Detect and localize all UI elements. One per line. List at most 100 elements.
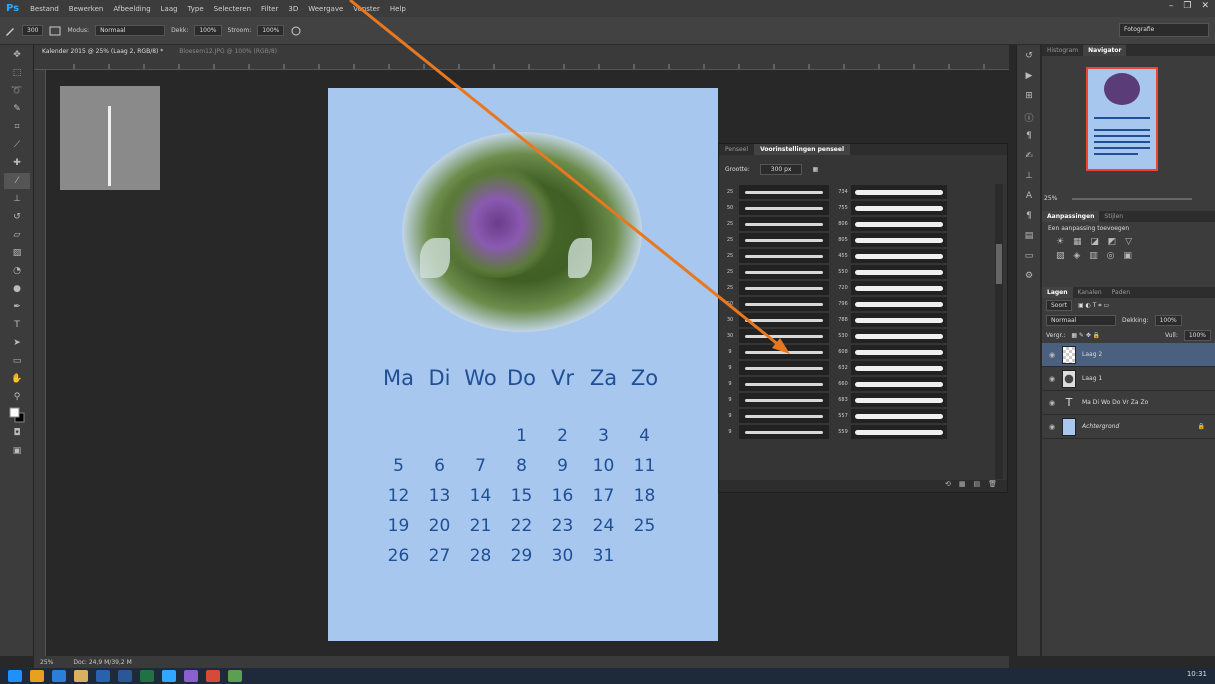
marquee-tool-icon[interactable]: ⬚ xyxy=(4,65,30,81)
brush-stroke-thumb[interactable] xyxy=(739,297,829,311)
dodge-tool-icon[interactable]: ● xyxy=(4,281,30,297)
minimize-button[interactable]: – xyxy=(1169,1,1174,11)
brush-stroke-thumb[interactable] xyxy=(739,233,829,247)
clone-source-icon[interactable]: ⊥ xyxy=(1020,171,1038,185)
vibrance-icon[interactable]: ▽ xyxy=(1125,237,1135,247)
menu-3d[interactable]: 3D xyxy=(283,5,303,13)
flow-field[interactable]: 100% xyxy=(257,25,285,36)
tab-kalender[interactable]: Kalender 2015 @ 25% (Laag 2, RGB/8) * xyxy=(34,45,171,58)
brush-tool-icon[interactable] xyxy=(4,25,16,37)
type-tool-icon[interactable]: T xyxy=(4,317,30,333)
notes-icon[interactable]: ▭ xyxy=(1020,251,1038,265)
brush-stroke-thumb[interactable] xyxy=(739,425,829,439)
eye-icon[interactable]: ◉ xyxy=(1048,375,1056,383)
paragraph-icon[interactable]: ¶ xyxy=(1020,131,1038,145)
brush-preset-row[interactable]: 25 806 xyxy=(721,216,961,232)
stamp-tool-icon[interactable]: ⊥ xyxy=(4,191,30,207)
info-icon[interactable]: ⓘ xyxy=(1020,111,1038,125)
tab-aanpassingen[interactable]: Aanpassingen xyxy=(1042,211,1100,222)
lock-icons[interactable]: ▦ ✎ ✥ 🔒 xyxy=(1071,332,1100,339)
close-button[interactable]: ✕ xyxy=(1201,1,1209,11)
brush-stroke-thumb[interactable] xyxy=(739,201,829,215)
brush-stroke-thumb[interactable] xyxy=(739,265,829,279)
screen-mode-icon[interactable]: ▣ xyxy=(4,443,30,459)
gradient-tool-icon[interactable]: ▨ xyxy=(4,245,30,261)
brush-preset-row[interactable]: 25 805 xyxy=(721,232,961,248)
airbrush-icon[interactable] xyxy=(290,25,302,37)
menu-afbeelding[interactable]: Afbeelding xyxy=(108,5,155,13)
menu-selecteren[interactable]: Selecteren xyxy=(209,5,256,13)
scrollbar-thumb[interactable] xyxy=(996,244,1002,284)
brush-stroke-thumb[interactable] xyxy=(851,329,947,343)
menu-type[interactable]: Type xyxy=(183,5,209,13)
brush-preset-row[interactable]: 9 608 xyxy=(721,344,961,360)
brush-stroke-thumb[interactable] xyxy=(739,345,829,359)
crop-tool-icon[interactable]: ⌗ xyxy=(4,119,30,135)
eye-icon[interactable]: ◉ xyxy=(1048,423,1056,431)
brush-stroke-thumb[interactable] xyxy=(851,409,947,423)
brush-size-value[interactable]: 300 px xyxy=(759,163,803,175)
brush-stroke-thumb[interactable] xyxy=(851,345,947,359)
channel-mixer-icon[interactable]: ▣ xyxy=(1123,251,1135,261)
path-select-tool-icon[interactable]: ➤ xyxy=(4,335,30,351)
brush-stroke-thumb[interactable] xyxy=(739,393,829,407)
brush-stroke-thumb[interactable] xyxy=(739,217,829,231)
brush-stroke-thumb[interactable] xyxy=(739,377,829,391)
menu-filter[interactable]: Filter xyxy=(256,5,283,13)
menu-weergave[interactable]: Weergave xyxy=(303,5,348,13)
brush-stroke-thumb[interactable] xyxy=(739,281,829,295)
brush-stroke-thumb[interactable] xyxy=(851,233,947,247)
create-preset-icon[interactable]: ▦ xyxy=(959,480,966,492)
brush-stroke-thumb[interactable] xyxy=(851,297,947,311)
brush-preset-row[interactable]: 30 530 xyxy=(721,328,961,344)
lasso-tool-icon[interactable]: ➰ xyxy=(4,83,30,99)
pen-tool-icon[interactable]: ✒ xyxy=(4,299,30,315)
brush-stroke-thumb[interactable] xyxy=(851,377,947,391)
premiere-icon[interactable] xyxy=(184,670,198,682)
brush-preset-row[interactable]: 9 660 xyxy=(721,376,961,392)
brush-preset-row[interactable]: 25 734 xyxy=(721,184,961,200)
brush-preset-row[interactable]: 30 788 xyxy=(721,312,961,328)
black-white-icon[interactable]: ▥ xyxy=(1089,251,1101,261)
tab-kanalen[interactable]: Kanalen xyxy=(1073,287,1107,298)
character-icon[interactable]: A xyxy=(1020,191,1038,205)
hue-saturation-icon[interactable]: ▧ xyxy=(1056,251,1068,261)
brush-preset-row[interactable]: 50 796 xyxy=(721,296,961,312)
explorer-icon[interactable] xyxy=(74,670,88,682)
history-icon[interactable]: ↺ xyxy=(1020,51,1038,65)
menu-bewerken[interactable]: Bewerken xyxy=(64,5,109,13)
eye-icon[interactable]: ◉ xyxy=(1048,399,1056,407)
photo-filter-icon[interactable]: ◎ xyxy=(1107,251,1118,261)
tab-voorinstellingen-penseel[interactable]: Voorinstellingen penseel xyxy=(754,144,851,155)
layer-row[interactable]: ◉ T Ma Di Wo Do Vr Za Zo xyxy=(1042,391,1215,415)
brush-stroke-thumb[interactable] xyxy=(851,217,947,231)
brush-stroke-thumb[interactable] xyxy=(739,329,829,343)
settings-icon[interactable]: ⚙ xyxy=(1020,271,1038,285)
outlook-icon[interactable] xyxy=(96,670,110,682)
brush-stroke-thumb[interactable] xyxy=(851,361,947,375)
brush-preset-row[interactable]: 25 550 xyxy=(721,264,961,280)
shape-tool-icon[interactable]: ▭ xyxy=(4,353,30,369)
brush-preset-row[interactable]: 9 559 xyxy=(721,424,961,440)
brush-stroke-thumb[interactable] xyxy=(739,409,829,423)
brush-stroke-thumb[interactable] xyxy=(739,185,829,199)
curves-icon[interactable]: ◪ xyxy=(1090,237,1102,247)
exposure-icon[interactable]: ◩ xyxy=(1108,237,1120,247)
actions-play-icon[interactable]: ▶ xyxy=(1020,71,1038,85)
brush-preset-row[interactable]: 25 455 xyxy=(721,248,961,264)
brush-stroke-thumb[interactable] xyxy=(851,425,947,439)
calendar-document[interactable]: Ma Di Wo Do Vr Za Zo 1 2 3 4 5 6 7 8 9 1… xyxy=(328,88,718,641)
menu-venster[interactable]: Venster xyxy=(348,5,385,13)
fill-field[interactable]: 100% xyxy=(1183,330,1211,341)
color-swatches-icon[interactable] xyxy=(4,407,30,423)
ie-icon[interactable] xyxy=(52,670,66,682)
layer-kind-select[interactable]: Soort xyxy=(1046,300,1072,311)
brush-preset-row[interactable]: 50 755 xyxy=(721,200,961,216)
layer-comps-icon[interactable]: ▤ xyxy=(1020,231,1038,245)
quick-select-tool-icon[interactable]: ✎ xyxy=(4,101,30,117)
brush-icon[interactable]: ✍ xyxy=(1020,151,1038,165)
menu-bestand[interactable]: Bestand xyxy=(25,5,64,13)
photoshop-task-icon[interactable] xyxy=(162,670,176,682)
brush-size-field[interactable]: 300 xyxy=(22,25,44,36)
brush-stroke-thumb[interactable] xyxy=(851,249,947,263)
